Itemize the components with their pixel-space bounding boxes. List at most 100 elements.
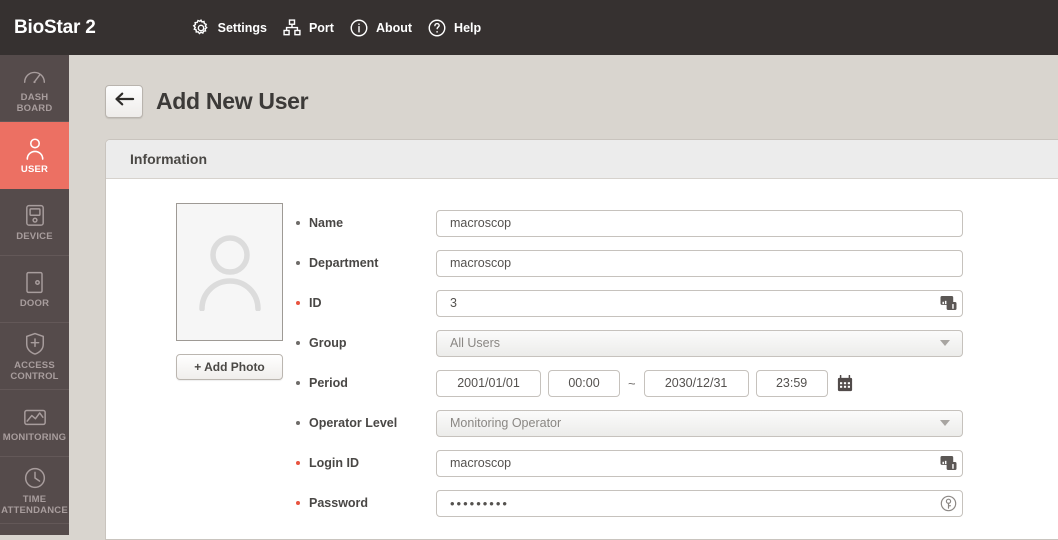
label-name: Name (296, 216, 436, 230)
arrow-left-icon (114, 91, 135, 112)
form-column: Name macroscop Department macroscop ID 3… (271, 203, 1058, 539)
top-bar: BioStar 2 Settings Port About Help (0, 0, 1058, 55)
bullet-icon (296, 381, 300, 385)
gear-icon (190, 17, 212, 39)
bullet-icon (296, 421, 300, 425)
question-circle-icon (426, 17, 448, 39)
sidebar-item-door[interactable]: DOOR (0, 256, 69, 323)
login-id-input[interactable]: macroscop (436, 449, 963, 477)
chart-icon (20, 403, 50, 429)
label-login-id: Login ID (296, 456, 436, 470)
label-operator-level-text: Operator Level (309, 416, 398, 430)
field-row-group: Group All Users (296, 323, 1058, 363)
nav-port-label: Port (308, 20, 334, 35)
name-input-value: macroscop (450, 216, 512, 230)
bullet-icon (296, 221, 300, 225)
label-id: ID (296, 296, 436, 310)
app-brand: BioStar 2 (14, 16, 96, 38)
period-start-time-input[interactable]: 00:00 (548, 369, 620, 397)
information-panel: Information + Add Photo Name macroscop D… (105, 139, 1058, 540)
field-row-name: Name macroscop (296, 203, 1058, 243)
required-bullet-icon (296, 301, 300, 305)
bullet-icon (296, 341, 300, 345)
period-controls: 2001/01/01 00:00 ~ 2030/12/31 23:59 (436, 369, 853, 397)
label-group-text: Group (309, 336, 347, 350)
name-input[interactable]: macroscop (436, 209, 963, 237)
sidebar: DASH BOARD USER DEVICE DOOR ACCESS CONTR… (0, 55, 69, 535)
nav-settings-label: Settings (217, 20, 267, 35)
department-input-value: macroscop (450, 256, 512, 270)
login-id-input-value: macroscop (450, 456, 512, 470)
device-icon (20, 202, 50, 228)
network-icon (281, 17, 303, 39)
chevron-down-icon (940, 340, 950, 346)
page-title: Add New User (156, 88, 309, 114)
info-circle-icon (348, 17, 370, 39)
top-navigation: Settings Port About Help (190, 17, 496, 39)
sidebar-item-door-label: DOOR (19, 298, 50, 309)
label-group: Group (296, 336, 436, 350)
sidebar-item-dashboard-label: DASH BOARD (16, 91, 53, 114)
label-operator-level: Operator Level (296, 416, 436, 430)
required-bullet-icon (296, 501, 300, 505)
operator-level-select[interactable]: Monitoring Operator (436, 409, 963, 437)
label-name-text: Name (309, 216, 344, 230)
field-row-password: Password ••••••••• (296, 483, 1058, 523)
field-row-id: ID 3 (296, 283, 1058, 323)
sidebar-item-access-control-label: ACCESS CONTROL (10, 359, 59, 382)
page-header: Add New User (69, 55, 1058, 118)
person-icon (20, 135, 50, 161)
sidebar-item-user[interactable]: USER (0, 122, 69, 189)
sidebar-item-monitoring-label: MONITORING (2, 432, 67, 443)
field-row-login-id: Login ID macroscop (296, 443, 1058, 483)
photo-placeholder[interactable] (176, 203, 283, 341)
clock-icon (20, 465, 50, 491)
period-end-time-input[interactable]: 23:59 (755, 369, 828, 397)
door-icon (20, 269, 50, 295)
card-reader-icon[interactable] (939, 454, 957, 472)
sidebar-item-device[interactable]: DEVICE (0, 189, 69, 256)
sidebar-item-time-attendance[interactable]: TIME ATTENDANCE (0, 457, 69, 524)
card-reader-icon[interactable] (939, 294, 957, 312)
password-input[interactable]: ••••••••• (436, 489, 963, 517)
label-password: Password (296, 496, 436, 510)
nav-about[interactable]: About (348, 17, 412, 39)
sidebar-item-user-label: USER (20, 164, 49, 175)
id-input[interactable]: 3 (436, 289, 963, 317)
back-button[interactable] (105, 85, 143, 118)
calendar-icon[interactable] (837, 374, 853, 392)
label-department: Department (296, 256, 436, 270)
sidebar-item-device-label: DEVICE (16, 231, 53, 242)
field-row-department: Department macroscop (296, 243, 1058, 283)
panel-header: Information (106, 140, 1058, 179)
period-end-date-input[interactable]: 2030/12/31 (643, 369, 749, 397)
sidebar-item-access-control[interactable]: ACCESS CONTROL (0, 323, 69, 390)
add-photo-button[interactable]: + Add Photo (176, 354, 283, 380)
sidebar-item-dashboard[interactable]: DASH BOARD (0, 55, 69, 122)
label-period: Period (296, 376, 436, 390)
chevron-down-icon (940, 420, 950, 426)
field-row-period: Period 2001/01/01 00:00 ~ 2030/12/31 23:… (296, 363, 1058, 403)
group-select-value: All Users (450, 336, 501, 350)
gauge-icon (20, 63, 50, 89)
shield-plus-icon (20, 331, 50, 357)
bullet-icon (296, 261, 300, 265)
department-input[interactable]: macroscop (436, 249, 963, 277)
sidebar-item-monitoring[interactable]: MONITORING (0, 390, 69, 457)
key-circle-icon[interactable] (939, 494, 957, 512)
panel-body: + Add Photo Name macroscop Department ma… (106, 179, 1058, 539)
field-row-operator-level: Operator Level Monitoring Operator (296, 403, 1058, 443)
label-id-text: ID (309, 296, 322, 310)
label-period-text: Period (309, 376, 348, 390)
panel-title: Information (130, 151, 207, 167)
nav-about-label: About (375, 20, 413, 35)
period-start-date-input[interactable]: 2001/01/01 (436, 369, 541, 397)
label-password-text: Password (309, 496, 369, 510)
group-select[interactable]: All Users (436, 329, 963, 357)
required-bullet-icon (296, 461, 300, 465)
label-department-text: Department (309, 256, 379, 270)
main-content: Add New User Information + Add Photo Nam… (69, 55, 1058, 540)
nav-help[interactable]: Help (426, 17, 481, 39)
nav-settings[interactable]: Settings (190, 17, 267, 39)
nav-port[interactable]: Port (281, 17, 334, 39)
